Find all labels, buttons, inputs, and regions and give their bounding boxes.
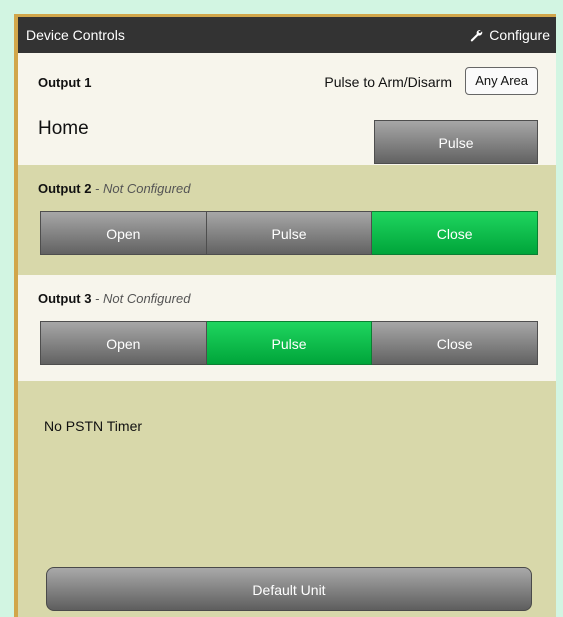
output-1-status: Home [38, 118, 89, 139]
pstn-timer-label: No PSTN Timer [44, 418, 143, 434]
any-area-button[interactable]: Any Area [465, 67, 538, 95]
output-3-section: Output 3 - Not Configured Open Pulse Clo… [18, 275, 556, 381]
configure-link[interactable]: Configure [469, 27, 550, 43]
panel-title: Device Controls [26, 27, 125, 43]
output-2-label: Output 2 - Not Configured [38, 181, 191, 196]
wrench-icon [471, 29, 483, 42]
output-1-label: Output 1 [38, 75, 92, 90]
title-bar: Device Controls Configure [18, 17, 556, 53]
output-1-section: Output 1 Pulse to Arm/Disarm Any Area Ho… [18, 53, 556, 165]
default-unit-button[interactable]: Default Unit [46, 567, 532, 611]
output-1-pulse-button[interactable]: Pulse [374, 120, 538, 164]
output-3-pulse-button[interactable]: Pulse [206, 321, 373, 365]
output-2-open-button[interactable]: Open [40, 211, 207, 255]
configure-label: Configure [489, 27, 550, 43]
output-2-close-button[interactable]: Close [372, 211, 539, 255]
pstn-section: No PSTN Timer Default Unit [18, 381, 556, 617]
output-3-open-button[interactable]: Open [40, 321, 207, 365]
output-3-label: Output 3 - Not Configured [38, 291, 191, 306]
output-2-pulse-button[interactable]: Pulse [206, 211, 373, 255]
output-3-close-button[interactable]: Close [372, 321, 539, 365]
output-2-button-group: Open Pulse Close [40, 211, 539, 255]
output-3-button-group: Open Pulse Close [40, 321, 539, 365]
device-controls-panel: Device Controls Configure Output 1 Pulse… [14, 14, 556, 617]
pulse-arm-disarm-label: Pulse to Arm/Disarm [324, 74, 452, 90]
output-2-section: Output 2 - Not Configured Open Pulse Clo… [18, 165, 556, 275]
